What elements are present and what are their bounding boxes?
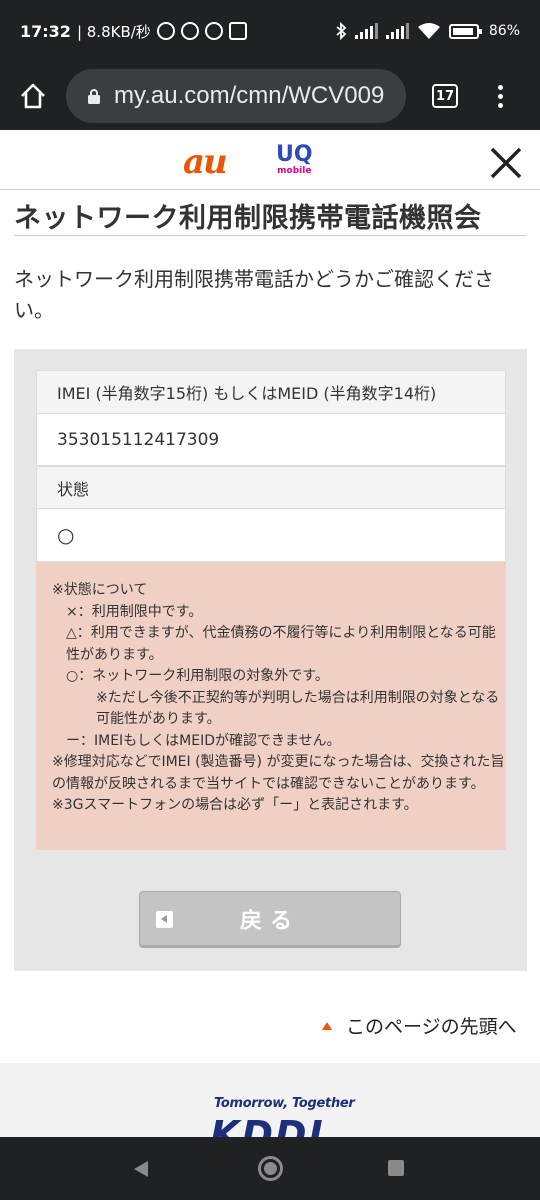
lead-text: ネットワーク利用制限携帯電話かどうかご確認ください。 — [14, 267, 494, 322]
footer-tagline: Tomorrow, Together — [214, 1096, 355, 1111]
status-notes: ※状態について ×：利用制限中です。 △：利用できますが、代金債務の不履行等によ… — [36, 562, 506, 850]
wifi-icon — [417, 23, 440, 39]
back-button-label: 戻る — [239, 908, 300, 934]
url-text: my.au.com/cmn/WCV009 — [114, 82, 385, 109]
home-icon — [21, 83, 45, 109]
nav-home-icon[interactable] — [258, 1156, 283, 1181]
arrow-left-icon — [156, 911, 173, 928]
uq-mobile-logo[interactable]: UQ mobile — [276, 142, 313, 177]
page-title: ネットワーク利用制限携帯電話機照会 — [14, 203, 482, 234]
imei-label: IMEI (半角数字15桁) もしくはMEID (半角数字14桁) — [36, 370, 506, 414]
back-button[interactable]: 戻る — [139, 891, 401, 946]
note-not-restricted-sub: ※ただし今後不正契約等が判明した場合は利用制限の対象となる可能性があります。 — [96, 689, 500, 728]
page-top-link[interactable]: このページの先頭へ — [322, 1012, 517, 1039]
signal-strength-2-icon — [385, 23, 409, 39]
site-header: au UQ mobile — [0, 130, 540, 190]
note-partial-text: △：利用できますが、代金債務の不履行等により利用制限となる可能性があります。 — [66, 625, 496, 663]
nav-back-icon[interactable] — [134, 1161, 148, 1177]
browser-menu-button[interactable] — [498, 84, 503, 108]
status-value: ○ — [36, 508, 506, 562]
page-top-label: このページの先頭へ — [346, 1016, 517, 1038]
arrow-up-icon — [322, 1021, 332, 1030]
note-restricted: ×：利用制限中です。 — [66, 603, 203, 620]
browser-toolbar: my.au.com/cmn/WCV009 17 — [0, 62, 540, 130]
home-button[interactable] — [16, 79, 50, 113]
note-3g: ※3Gスマートフォンの場合は必ず「ー」と表記されます。 — [52, 797, 418, 813]
uq-logo-text: UQ — [276, 142, 313, 167]
battery-percent: 86% — [488, 23, 520, 39]
bluetooth-icon — [336, 22, 347, 40]
alarm-icon — [156, 22, 175, 40]
au-logo[interactable]: au — [183, 142, 228, 182]
lock-icon — [88, 89, 100, 104]
address-bar[interactable]: my.au.com/cmn/WCV009 — [66, 69, 406, 123]
battery-icon — [448, 23, 482, 39]
nav-recents-icon[interactable] — [388, 1160, 404, 1176]
signal-strength-1-icon — [354, 23, 378, 39]
note-not-restricted: ○：ネットワーク利用制限の対象外です。 — [66, 668, 329, 684]
system-nav-bar — [0, 1137, 540, 1200]
footer: Tomorrow, Together KDDI — [0, 1063, 540, 1138]
note-partial: △：利用できますが、代金債務の不履行等により利用制限となる可能性があります。 — [52, 623, 506, 666]
notes-heading: ※状態について — [52, 582, 148, 598]
note-unknown: ー：IMEIもしくはMEIDが確認できません。 — [66, 732, 341, 749]
uq-logo-subtext: mobile — [277, 166, 312, 176]
app-notification-icon — [228, 22, 247, 40]
chrome-notification-icon — [204, 22, 223, 40]
line-app-icon — [180, 22, 199, 40]
kddi-logo: KDDI — [210, 1113, 325, 1138]
tab-switcher-button[interactable]: 17 — [432, 84, 458, 108]
network-speed: | 8.8KB/秒 — [76, 22, 151, 41]
status-bar: 17:32 | 8.8KB/秒 86% — [0, 0, 540, 62]
close-icon[interactable] — [489, 146, 523, 180]
status-label: 状態 — [36, 466, 506, 509]
status-time: 17:32 — [20, 21, 71, 41]
note-repair: ※修理対応などでIMEI (製造番号) が変更になった場合は、交換された旨の情報… — [52, 754, 505, 792]
title-divider — [14, 235, 526, 236]
imei-value: 353015112417309 — [36, 413, 506, 466]
